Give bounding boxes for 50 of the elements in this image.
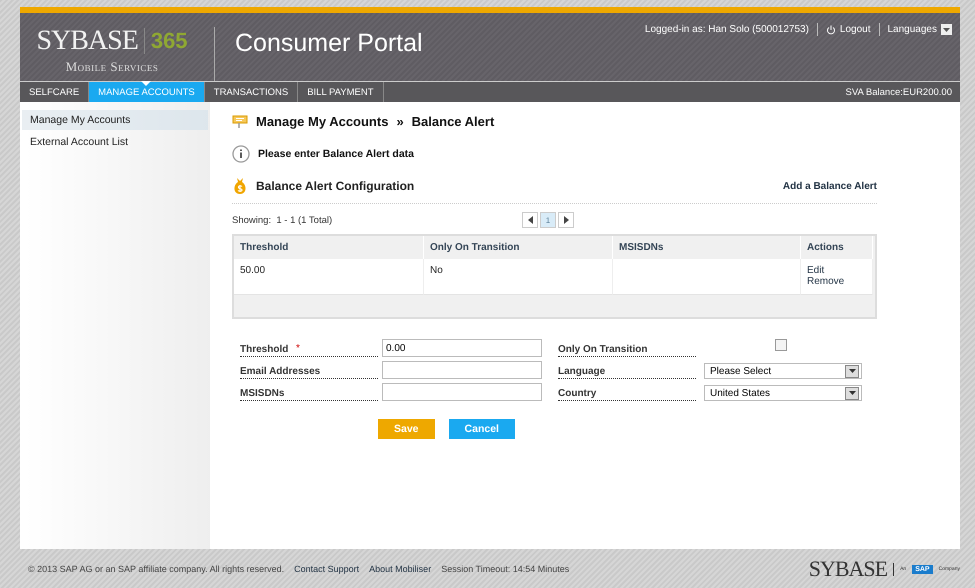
add-alert-link[interactable]: Add a Balance Alert	[782, 180, 877, 192]
portal-title: Consumer Portal	[235, 29, 423, 58]
showing-text: Showing: 1 - 1 (1 Total)	[232, 214, 334, 226]
breadcrumb-parent[interactable]: Manage My Accounts	[256, 114, 388, 129]
power-icon[interactable]	[826, 24, 836, 34]
input-field[interactable]	[382, 383, 542, 401]
field-label: Language	[558, 366, 696, 379]
input-field[interactable]: 0.00	[382, 339, 542, 357]
right-arrow-icon[interactable]	[564, 216, 568, 224]
languages-link[interactable]: Languages	[888, 24, 937, 35]
balance-text: SVA Balance:EUR200.00	[845, 86, 953, 100]
required-mark: *	[296, 343, 300, 354]
table-cell: No	[424, 259, 613, 295]
table-cell: 50.00	[234, 259, 424, 295]
footer-logo-brand: SYBASE	[808, 556, 888, 582]
dropdown-icon[interactable]	[941, 24, 952, 35]
copyright-text: © 2013 SAP AG or an SAP affiliate company. All rights reserved.	[28, 564, 284, 574]
logo-number: 365	[144, 28, 188, 54]
next-page-button[interactable]	[558, 212, 574, 228]
logo-brand: SYBASE	[36, 25, 138, 57]
select-field[interactable]: United States	[704, 385, 862, 401]
action-link[interactable]: Remove	[807, 276, 866, 287]
info-icon	[232, 145, 250, 163]
info-message: Please enter Balance Alert data	[258, 148, 414, 160]
sidebar-item[interactable]: Manage My Accounts	[22, 110, 208, 130]
logout-link[interactable]: Logout	[840, 24, 870, 35]
field-label: Country	[558, 388, 696, 401]
input-field[interactable]	[382, 361, 542, 379]
breadcrumb-separator: »	[396, 114, 404, 129]
session-timeout: Session Timeout: 14:54 Minutes	[441, 564, 570, 574]
prev-page-button[interactable]	[522, 212, 538, 228]
left-arrow-icon[interactable]	[528, 216, 532, 224]
logo-tagline: Mobile Services	[66, 59, 158, 75]
breadcrumb-current: Balance Alert	[412, 114, 494, 129]
page-number[interactable]: 1	[540, 212, 556, 228]
footer-link[interactable]: Contact Support	[294, 564, 360, 574]
dropdown-icon[interactable]	[845, 364, 859, 378]
money-bag-icon	[232, 177, 248, 195]
sign-icon	[232, 114, 248, 128]
action-link[interactable]: Edit	[807, 265, 866, 276]
sidebar-item[interactable]: External Account List	[22, 132, 208, 152]
section-title: Balance Alert Configuration	[256, 179, 414, 193]
checkbox[interactable]	[775, 339, 787, 351]
select-field[interactable]: Please Select	[704, 363, 862, 379]
logged-in-text: Logged-in as: Han Solo (500012753)	[644, 24, 809, 35]
dropdown-icon[interactable]	[845, 386, 859, 400]
field-label: Email Addresses	[240, 366, 378, 379]
field-label: MSISDNs	[240, 388, 378, 401]
footer-link[interactable]: About Mobiliser	[369, 564, 432, 574]
field-label: Only On Transition	[558, 344, 696, 357]
